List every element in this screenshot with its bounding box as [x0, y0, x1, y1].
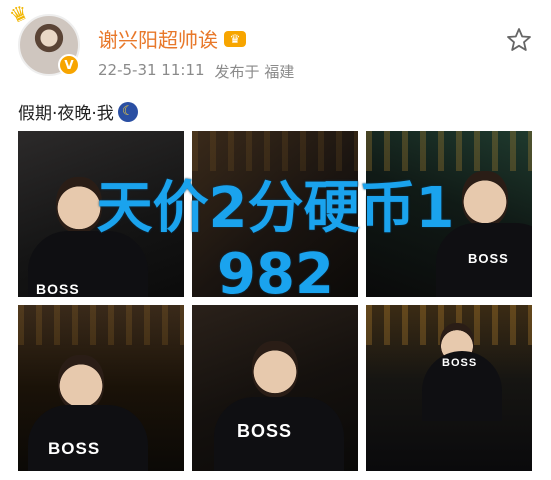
photo-grid: BOSS BOSS BOSS BOSS BOSS	[18, 131, 532, 471]
vip-crown-icon[interactable]: ♛	[224, 30, 246, 47]
background-lights	[192, 131, 358, 171]
verified-icon: V	[58, 54, 80, 76]
post-meta: 22-5-31 11:11 发布于 福建	[98, 61, 294, 82]
shirt-logo: BOSS	[468, 251, 509, 266]
star-icon[interactable]	[505, 26, 533, 54]
moon-icon: ☾	[117, 101, 138, 122]
shirt-logo: BOSS	[237, 421, 293, 441]
photo-2[interactable]	[192, 131, 358, 297]
user-name[interactable]: 谢兴阳超帅诶	[98, 24, 218, 53]
post-header: ♛ V 谢兴阳超帅诶 ♛ 22-5-31 11:11 发布于 福建	[0, 0, 551, 90]
photo-1[interactable]: BOSS	[18, 131, 184, 297]
post-text: 假期·夜晚·我 ☾	[18, 99, 138, 124]
background-lights	[18, 305, 184, 345]
photo-5[interactable]: BOSS	[192, 305, 358, 471]
name-row: 谢兴阳超帅诶 ♛	[98, 24, 246, 53]
person-head	[252, 341, 298, 397]
shirt-logo: BOSS	[36, 281, 80, 297]
person-head	[56, 177, 102, 233]
crown-icon: ♛	[5, 0, 33, 29]
photo-3[interactable]: BOSS	[366, 131, 532, 297]
person-head	[462, 171, 508, 227]
avatar[interactable]: ♛ V	[6, 0, 80, 76]
shirt-logo: BOSS	[442, 357, 478, 369]
background-lights	[366, 131, 532, 171]
post-text-content: 假期·夜晚·我	[18, 104, 114, 124]
photo-6[interactable]: BOSS	[366, 305, 532, 471]
shirt-logo: BOSS	[48, 439, 101, 458]
person-body	[28, 405, 148, 471]
post-source: 发布于 福建	[214, 63, 295, 81]
post-timestamp: 22-5-31 11:11	[98, 61, 205, 79]
photo-4[interactable]: BOSS	[18, 305, 184, 471]
person-head	[58, 355, 104, 411]
